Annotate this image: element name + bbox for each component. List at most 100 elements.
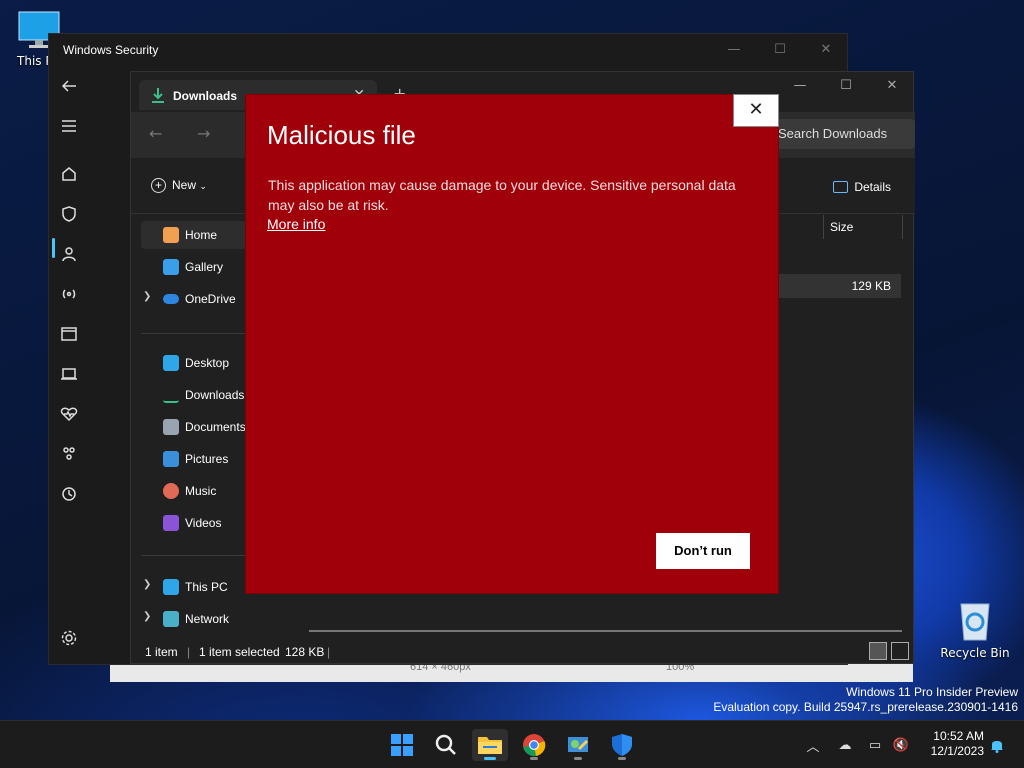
monitor-icon (163, 579, 179, 595)
tiles-view-icon[interactable] (891, 642, 909, 660)
history-icon[interactable] (59, 484, 79, 504)
desktop-icon (163, 355, 179, 371)
back-arrow-icon[interactable] (59, 76, 79, 96)
sidebar-item-label: Downloads (185, 388, 245, 402)
new-label: New (172, 178, 197, 192)
sidebar-item-music[interactable]: Music (141, 477, 247, 505)
settings-icon[interactable] (59, 628, 79, 648)
close-button[interactable]: ✕ (875, 78, 909, 98)
app-browser-icon[interactable] (59, 324, 79, 344)
chevron-up-icon[interactable]: ︿ (804, 736, 822, 755)
sidebar-item-label: Desktop (185, 356, 230, 370)
account-icon[interactable] (59, 244, 79, 264)
recycle-bin-label: Recycle Bin (940, 646, 1010, 660)
home-icon[interactable] (59, 164, 79, 184)
navigation-pane: Home Gallery ❯ OneDrive Desktop Downloads… (131, 215, 249, 635)
minimize-button[interactable]: — (719, 40, 749, 60)
clock-time: 10:52 AM (933, 729, 984, 743)
control-panel-icon[interactable] (560, 729, 596, 761)
horizontal-scrollbar[interactable] (309, 630, 902, 632)
sidebar-item-gallery[interactable]: Gallery (141, 253, 247, 281)
sidebar-item-videos[interactable]: Videos (141, 509, 247, 537)
cloud-icon (163, 294, 179, 304)
malicious-file-dialog: ✕ Malicious file This application may ca… (245, 94, 779, 594)
windows-security-icon[interactable] (604, 729, 640, 761)
windows-start-icon[interactable] (384, 729, 420, 761)
home-icon (163, 227, 179, 243)
download-icon (163, 387, 179, 403)
chevron-right-icon[interactable]: ❯ (143, 579, 151, 590)
sidebar-item-label: This PC (185, 580, 228, 594)
sidebar-item-home[interactable]: Home (141, 221, 247, 249)
network-icon[interactable] (59, 284, 79, 304)
table-row[interactable]: 129 KB (775, 274, 901, 298)
chevron-right-icon[interactable]: ❯ (143, 291, 151, 302)
minimize-button[interactable]: — (783, 78, 817, 98)
close-button[interactable]: ✕ (811, 40, 841, 60)
selected-size: 128 KB (285, 645, 325, 659)
sidebar-item-documents[interactable]: Documents (141, 413, 247, 441)
running-indicator (530, 757, 538, 760)
back-arrow-icon[interactable]: ← (149, 124, 162, 143)
sidebar-item-desktop[interactable]: Desktop (141, 349, 247, 377)
search-input[interactable]: Search Downloads (770, 119, 915, 149)
details-button[interactable]: Details (833, 180, 891, 194)
shield-icon[interactable] (59, 204, 79, 224)
chrome-icon[interactable] (516, 729, 552, 761)
plus-circle-icon: + (151, 178, 166, 193)
clock-date: 12/1/2023 (930, 744, 984, 758)
details-pane-icon (833, 181, 849, 193)
dialog-title: Malicious file (267, 120, 416, 150)
more-info-link[interactable]: More info (267, 216, 325, 232)
maximize-button[interactable]: ☐ (829, 78, 863, 98)
dont-run-button[interactable]: Don’t run (656, 533, 750, 569)
dialog-close-button[interactable]: ✕ (733, 94, 779, 127)
file-explorer-icon[interactable] (472, 729, 508, 761)
volume-muted-icon[interactable]: 🔇 (892, 736, 910, 754)
pictures-icon (163, 451, 179, 467)
music-icon (163, 483, 179, 499)
search-icon[interactable] (428, 729, 464, 761)
close-icon: ✕ (748, 99, 764, 120)
os-watermark: Windows 11 Pro Insider Preview Evaluatio… (713, 685, 1018, 715)
network-status-icon[interactable]: ▭ (866, 736, 884, 754)
notification-bell-icon[interactable] (988, 736, 1006, 754)
tab-label: Downloads (173, 89, 238, 103)
sidebar-item-pictures[interactable]: Pictures (141, 445, 247, 473)
chevron-right-icon[interactable]: ❯ (143, 611, 151, 622)
family-icon[interactable] (59, 444, 79, 464)
details-view-icon[interactable] (869, 642, 887, 660)
hamburger-menu-icon[interactable] (59, 116, 79, 136)
sidebar-divider (141, 555, 247, 556)
device-icon[interactable] (59, 364, 79, 384)
details-label: Details (854, 180, 891, 194)
sidebar-item-label: Home (185, 228, 218, 242)
sidebar-item-label: Documents (185, 420, 246, 434)
download-icon (152, 88, 164, 103)
watermark-line-1: Windows 11 Pro Insider Preview (846, 685, 1018, 699)
health-icon[interactable] (59, 404, 79, 424)
sidebar-item-label: OneDrive (185, 292, 236, 306)
new-button[interactable]: + New ⌄ (151, 178, 207, 193)
gallery-icon (163, 259, 179, 275)
selected-count: 1 item selected (199, 645, 280, 659)
document-icon (163, 419, 179, 435)
system-clock[interactable]: 10:52 AM 12/1/2023 (920, 729, 984, 759)
videos-icon (163, 515, 179, 531)
cloud-offline-icon[interactable]: ☁ (836, 736, 854, 754)
running-indicator (574, 757, 582, 760)
recycle-bin-icon (960, 603, 990, 641)
sidebar-item-downloads[interactable]: Downloads (141, 381, 247, 409)
active-indicator (52, 238, 55, 258)
desktop-icon-recycle-bin[interactable]: Recycle Bin (940, 598, 1010, 660)
dialog-message: This application may cause damage to you… (268, 177, 736, 213)
running-indicator (618, 757, 626, 760)
window-title: Windows Security (63, 43, 159, 57)
sidebar-item-this-pc[interactable]: ❯ This PC (141, 573, 247, 601)
maximize-button[interactable]: ☐ (765, 40, 795, 60)
sidebar-item-network[interactable]: ❯ Network (141, 605, 247, 633)
column-header-size[interactable]: Size (823, 215, 903, 239)
sidebar-item-onedrive[interactable]: ❯ OneDrive (141, 285, 247, 313)
sidebar-divider (141, 333, 247, 334)
forward-arrow-icon[interactable]: → (197, 124, 210, 143)
